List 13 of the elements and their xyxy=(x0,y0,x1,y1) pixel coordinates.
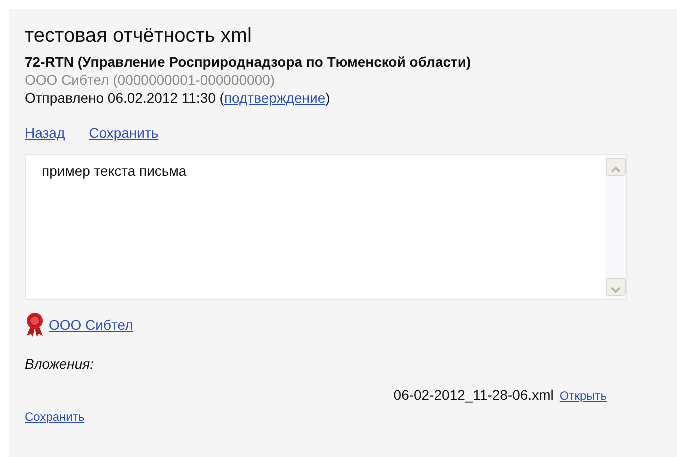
save-link[interactable]: Сохранить xyxy=(89,123,159,144)
file-name: 06-02-2012_11-28-06.xml xyxy=(394,386,554,405)
seal-icon xyxy=(25,312,45,338)
back-link[interactable]: Назад xyxy=(25,123,66,144)
sender-name: ООО Сибтел (0000000001-000000000) xyxy=(25,71,276,89)
message-title: тестовая отчётность xml xyxy=(25,24,253,49)
confirmation-link[interactable]: подтверждение xyxy=(224,90,326,106)
recipient-name: 72-RTN (Управление Росприроднадзора по Тюменской области) xyxy=(25,53,472,71)
save-attachments-link[interactable]: Сохранить xyxy=(25,408,85,426)
open-link[interactable]: Открыть xyxy=(560,387,607,405)
attachments-label: Вложения: xyxy=(25,355,95,374)
sent-status: Отправлено 06.02.2012 11:30 (подтверждение) xyxy=(25,89,332,107)
signature-link[interactable]: ООО Сибтел xyxy=(49,314,134,336)
